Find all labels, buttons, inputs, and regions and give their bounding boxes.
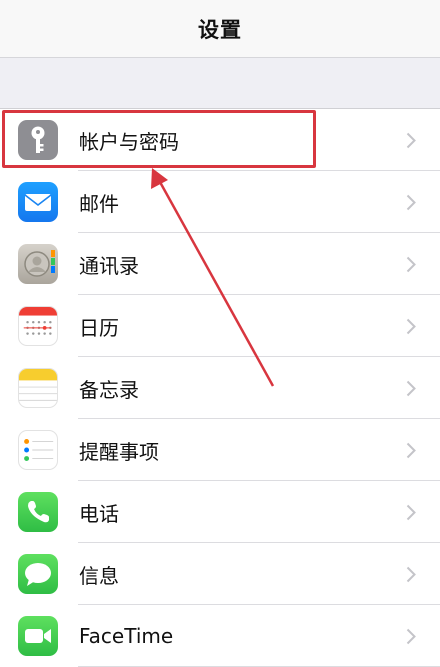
nav-bar: 设置 — [0, 0, 440, 58]
facetime-icon — [18, 616, 58, 656]
settings-row-contacts[interactable]: 通讯录 — [0, 233, 440, 295]
row-label: 备忘录 — [79, 377, 139, 402]
settings-row-calendar[interactable]: 日历 — [0, 295, 440, 357]
calendar-icon — [18, 306, 58, 346]
settings-row-phone[interactable]: 电话 — [0, 481, 440, 543]
settings-list: 帐户与密码 邮件 通讯录 日历 备忘录 提醒事项 电话 信息 FaceTime — [0, 108, 440, 667]
settings-row-accounts-passwords[interactable]: 帐户与密码 — [0, 109, 440, 171]
row-label: 帐户与密码 — [79, 129, 179, 154]
row-label: 邮件 — [79, 191, 119, 216]
chevron-right-icon — [406, 256, 416, 272]
settings-row-mail[interactable]: 邮件 — [0, 171, 440, 233]
chevron-right-icon — [406, 628, 416, 644]
row-label: FaceTime — [79, 624, 174, 648]
reminders-icon — [18, 430, 58, 470]
row-label: 信息 — [79, 563, 119, 588]
settings-row-messages[interactable]: 信息 — [0, 543, 440, 605]
row-label: 日历 — [79, 315, 119, 340]
settings-row-facetime[interactable]: FaceTime — [0, 605, 440, 667]
settings-row-notes[interactable]: 备忘录 — [0, 357, 440, 419]
chevron-right-icon — [406, 132, 416, 148]
row-label: 电话 — [79, 501, 119, 526]
key-icon — [18, 120, 58, 160]
chevron-right-icon — [406, 504, 416, 520]
messages-icon — [18, 554, 58, 594]
contacts-icon — [18, 244, 58, 284]
row-label: 通讯录 — [79, 253, 139, 278]
settings-row-reminders[interactable]: 提醒事项 — [0, 419, 440, 481]
chevron-right-icon — [406, 194, 416, 210]
chevron-right-icon — [406, 566, 416, 582]
page-title: 设置 — [198, 17, 242, 42]
row-label: 提醒事项 — [79, 439, 159, 464]
chevron-right-icon — [406, 318, 416, 334]
mail-icon — [18, 182, 58, 222]
notes-icon — [18, 368, 58, 408]
phone-icon — [18, 492, 58, 532]
chevron-right-icon — [406, 380, 416, 396]
chevron-right-icon — [406, 442, 416, 458]
section-gap — [0, 58, 440, 108]
